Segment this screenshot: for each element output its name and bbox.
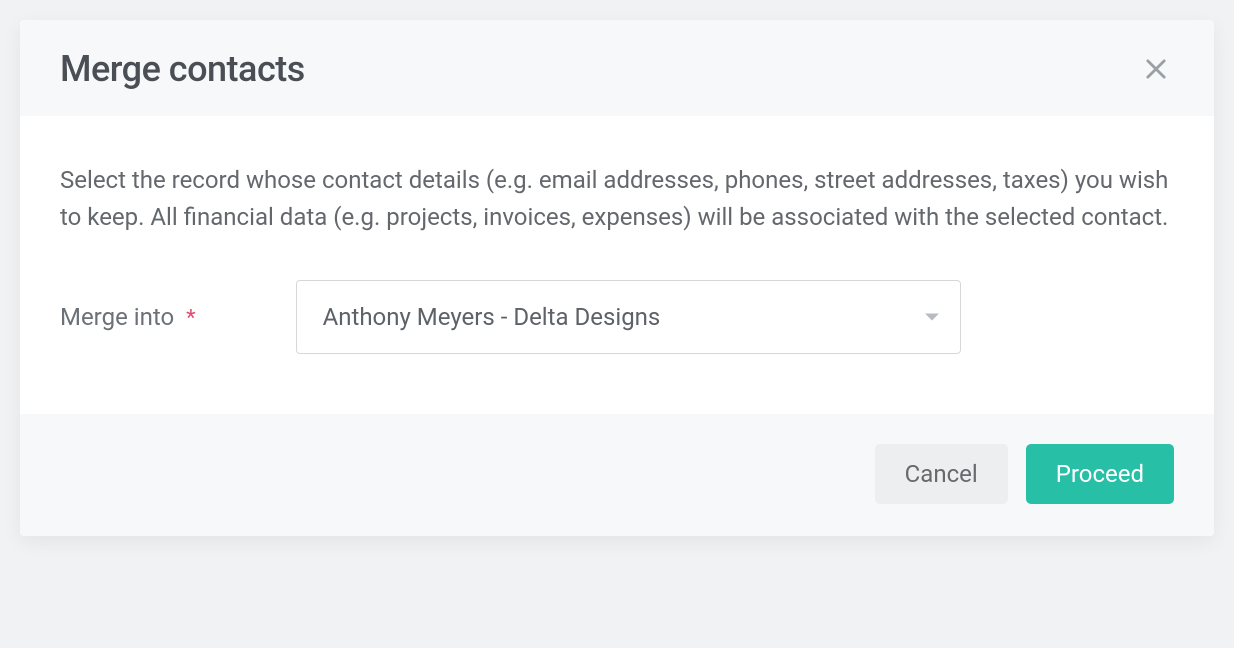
- required-indicator: *: [186, 306, 195, 331]
- merge-into-select-wrapper: Anthony Meyers - Delta Designs: [296, 280, 961, 354]
- dialog-description: Select the record whose contact details …: [60, 162, 1174, 236]
- merge-into-label-text: Merge into: [60, 303, 174, 331]
- merge-into-selected-value: Anthony Meyers - Delta Designs: [323, 303, 661, 331]
- merge-contacts-dialog: Merge contacts Select the record whose c…: [20, 20, 1214, 536]
- dialog-footer: Cancel Proceed: [20, 414, 1214, 536]
- cancel-button[interactable]: Cancel: [875, 444, 1008, 504]
- proceed-button[interactable]: Proceed: [1026, 444, 1174, 504]
- dialog-title: Merge contacts: [60, 48, 305, 90]
- close-icon: [1142, 55, 1170, 83]
- merge-into-label: Merge into *: [60, 303, 196, 331]
- close-button[interactable]: [1138, 51, 1174, 87]
- merge-into-select[interactable]: Anthony Meyers - Delta Designs: [296, 280, 961, 354]
- merge-into-field: Merge into * Anthony Meyers - Delta Desi…: [60, 280, 1174, 354]
- dialog-header: Merge contacts: [20, 20, 1214, 116]
- dialog-body: Select the record whose contact details …: [20, 116, 1214, 414]
